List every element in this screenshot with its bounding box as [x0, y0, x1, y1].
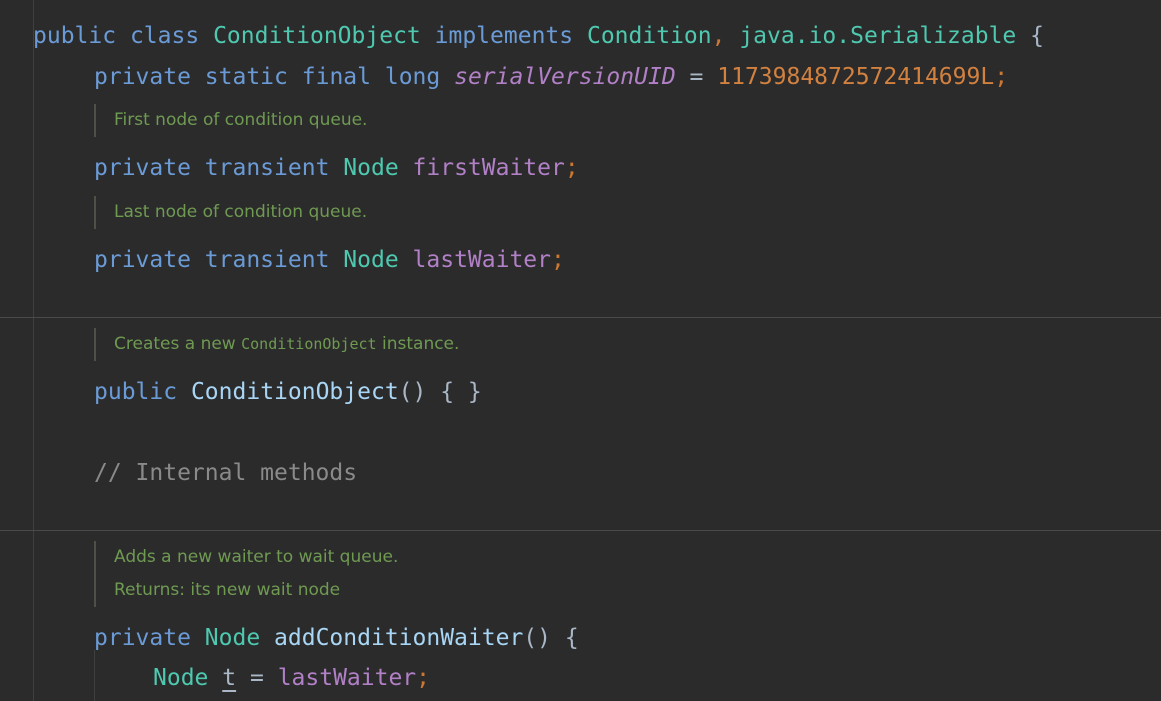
semicolon: ;	[551, 247, 565, 273]
doc-line: Last node of condition queue.	[114, 202, 368, 222]
code-editor[interactable]: public class ConditionObject implements …	[0, 0, 1161, 701]
parens: ()	[523, 625, 551, 651]
indent-guide	[33, 0, 34, 701]
keyword-public: public	[33, 23, 117, 49]
keyword-transient: transient	[204, 247, 330, 273]
keyword-implements: implements	[434, 23, 574, 49]
keyword-private: private	[94, 625, 191, 651]
type-node: Node	[204, 625, 261, 651]
indent-guide	[94, 650, 95, 701]
open-brace: {	[564, 625, 579, 651]
doc-line: Returns: its new wait node	[114, 580, 341, 600]
method-separator	[0, 317, 1161, 318]
keyword-private: private	[94, 247, 191, 273]
constructor-name: ConditionObject	[190, 379, 399, 405]
code-line-comment[interactable]: // Internal methods	[94, 458, 357, 488]
keyword-private: private	[94, 64, 191, 90]
code-line-serial-version[interactable]: private static final long serialVersionU…	[94, 62, 1008, 92]
doc-comment-add-waiter: Adds a new waiter to wait queue. Returns…	[94, 541, 398, 607]
type-node: Node	[343, 247, 399, 273]
number-literal: 1173984872572414699L	[717, 64, 995, 90]
doc-text: instance.	[382, 334, 460, 354]
method-name: addConditionWaiter	[274, 625, 524, 651]
semicolon: ;	[564, 155, 579, 181]
code-line-node-t[interactable]: Node t = lastWaiter;	[153, 663, 430, 693]
field-last-waiter-ref: lastWaiter	[277, 665, 417, 691]
local-variable-t: t	[222, 665, 237, 691]
doc-comment-last-waiter: Last node of condition queue.	[94, 196, 367, 229]
code-line-first-waiter[interactable]: private transient Node firstWaiter;	[94, 153, 579, 183]
doc-comment-first-waiter: First node of condition queue.	[94, 104, 367, 137]
interface-serializable: java.io.Serializable	[739, 23, 1017, 49]
class-name: ConditionObject	[213, 23, 421, 49]
method-separator	[0, 530, 1161, 531]
doc-line: Creates a new ConditionObject instance.	[114, 328, 459, 361]
type-node: Node	[153, 665, 209, 691]
doc-text: Creates a new	[114, 334, 236, 354]
parens: ()	[398, 379, 427, 405]
doc-code-ref: ConditionObject	[241, 335, 377, 353]
field-serial-version-uid: serialVersionUID	[454, 64, 676, 90]
keyword-public: public	[94, 379, 178, 405]
keyword-final: final	[301, 64, 371, 90]
keyword-class: class	[129, 23, 200, 49]
code-line-last-waiter[interactable]: private transient Node lastWaiter;	[94, 245, 565, 275]
interface-condition: Condition	[586, 23, 712, 49]
code-line-add-condition-waiter[interactable]: private Node addConditionWaiter() {	[94, 623, 579, 653]
doc-comment-constructor: Creates a new ConditionObject instance.	[94, 328, 459, 361]
keyword-private: private	[94, 155, 191, 181]
code-line-constructor[interactable]: public ConditionObject() { }	[94, 377, 482, 407]
type-node: Node	[343, 155, 399, 181]
keyword-static: static	[204, 64, 288, 90]
empty-body: { }	[440, 379, 482, 405]
comma: ,	[711, 23, 726, 49]
code-line-class-declaration[interactable]: public class ConditionObject implements …	[33, 21, 1044, 51]
keyword-long: long	[384, 64, 441, 90]
field-first-waiter: firstWaiter	[412, 155, 565, 181]
doc-line: Adds a new waiter to wait queue.	[114, 547, 399, 567]
equals-sign: =	[689, 64, 704, 90]
open-brace: {	[1030, 23, 1044, 49]
equals-sign: =	[249, 665, 264, 691]
field-last-waiter: lastWaiter	[412, 247, 552, 273]
semicolon: ;	[416, 665, 431, 691]
keyword-transient: transient	[204, 155, 330, 181]
semicolon: ;	[994, 64, 1009, 90]
doc-line: First node of condition queue.	[114, 110, 368, 130]
